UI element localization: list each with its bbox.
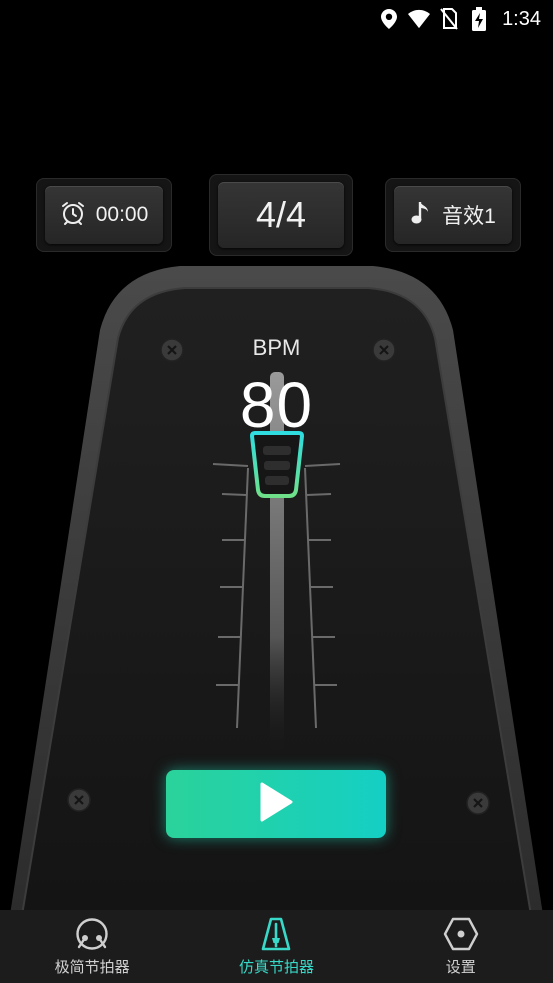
screw-icon xyxy=(160,338,184,362)
nav-label: 极简节拍器 xyxy=(54,958,130,976)
play-icon xyxy=(259,782,293,826)
battery-charging-icon xyxy=(468,7,490,31)
bottom-nav: 极简节拍器 仿真节拍器 设置 xyxy=(0,910,553,983)
time-signature-button[interactable]: 4/4 xyxy=(218,182,344,248)
screw-icon xyxy=(372,338,396,362)
timer-label: 00:00 xyxy=(95,203,149,226)
nav-item-settings[interactable]: 设置 xyxy=(369,910,553,983)
screw-icon xyxy=(67,788,91,812)
nav-item-minimal-metronome[interactable]: 极简节拍器 xyxy=(0,910,184,983)
nav-label: 设置 xyxy=(445,958,476,976)
status-time: 1:34 xyxy=(502,7,541,30)
sound-button[interactable]: 音效1 xyxy=(394,186,512,244)
wifi-icon xyxy=(408,8,431,30)
time-signature-frame: 4/4 xyxy=(209,174,353,256)
location-icon xyxy=(378,8,400,30)
simulated-metronome-screen: 1:34 00:00 4/4 音效1 BPM 80 极简节拍器 仿真节拍器 设置 xyxy=(0,0,553,983)
bpm-label: BPM xyxy=(252,335,301,360)
sound-label: 音效1 xyxy=(442,205,496,228)
music-note-icon xyxy=(410,200,432,230)
timer-button[interactable]: 00:00 xyxy=(45,186,163,244)
play-button[interactable] xyxy=(166,770,386,838)
screw-icon xyxy=(466,791,490,815)
sound-frame: 音效1 xyxy=(385,178,521,252)
drum-icon xyxy=(74,916,110,952)
alarm-clock-icon xyxy=(60,200,86,230)
status-bar: 1:34 xyxy=(0,0,553,38)
nav-label: 仿真节拍器 xyxy=(238,958,314,976)
time-signature-label: 4/4 xyxy=(255,194,307,235)
no-sim-icon xyxy=(438,8,460,30)
hexagon-settings-icon xyxy=(443,916,479,952)
metronome-icon xyxy=(258,916,294,952)
pendulum-weight[interactable] xyxy=(244,430,310,502)
nav-item-simulated-metronome[interactable]: 仿真节拍器 xyxy=(184,910,368,983)
timer-frame: 00:00 xyxy=(36,178,172,252)
